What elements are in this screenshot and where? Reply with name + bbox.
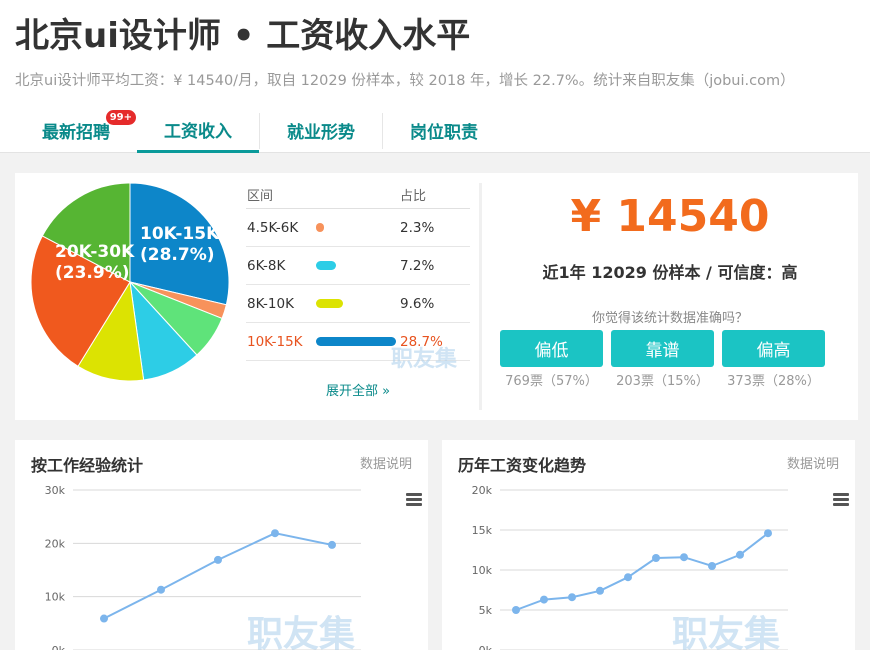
percentage-value: 9.6% — [400, 295, 435, 312]
pie-label-pct: (28.7%) — [140, 245, 215, 265]
percentage-bar — [316, 337, 396, 346]
data-point[interactable] — [596, 586, 604, 595]
tab-employment[interactable]: 就业形势 — [260, 108, 382, 153]
data-point[interactable] — [540, 595, 548, 604]
data-point[interactable] — [652, 554, 660, 562]
tab-duties[interactable]: 岗位职责 — [383, 108, 505, 153]
experience-line-chart: 30k 20k 10k 0k — [45, 484, 361, 650]
range-label: 6K-8K — [247, 257, 286, 274]
column-header-range: 区间 — [247, 189, 274, 204]
y-tick-label: 10k — [45, 591, 66, 604]
data-point[interactable] — [680, 553, 688, 562]
yearly-trend-chart-card: 历年工资变化趋势 数据说明 20k15k10k5k0k 职友集 — [442, 440, 855, 650]
data-point[interactable] — [568, 593, 576, 602]
y-tick-label: 10k — [472, 564, 493, 577]
tab-salary[interactable]: 工资收入 — [137, 108, 259, 153]
vote-high-count: 373票（28%） — [727, 374, 820, 389]
distribution-row: 6K-8K 7.2% — [246, 247, 470, 285]
vote-low-count: 769票（57%） — [505, 374, 598, 389]
page-header: 北京ui设计师 • 工资收入水平 北京ui设计师平均工资：¥ 14540/月，取… — [0, 0, 870, 153]
data-point[interactable] — [100, 614, 108, 623]
column-header-pct: 占比 — [400, 189, 427, 204]
vertical-divider — [479, 183, 482, 410]
vote-low-button[interactable]: 偏低 — [500, 330, 603, 367]
data-point[interactable] — [157, 585, 165, 594]
vote-accurate-count: 203票（15%） — [616, 374, 709, 389]
salary-overview-card: 10K-15K (28.7%) 20K-30K (23.9%) 区间 占比 4.… — [15, 173, 858, 420]
tab-label: 就业形势 — [287, 123, 355, 143]
expand-all-link[interactable]: 展开全部 » — [246, 380, 470, 399]
y-tick-label: 30k — [45, 484, 66, 497]
y-tick-label: 0k — [479, 644, 493, 650]
tab-label: 最新招聘 — [42, 123, 110, 143]
percentage-bar — [316, 223, 324, 232]
data-point[interactable] — [764, 529, 772, 538]
page-title: 北京ui设计师 • 工资收入水平 — [15, 16, 471, 56]
pie-label-20k-30k: 20K-30K (23.9%) — [55, 242, 134, 284]
table-header: 区间 占比 — [246, 181, 470, 209]
data-point[interactable] — [271, 529, 279, 538]
job-count-badge: 99+ — [104, 109, 137, 126]
sample-info: 近1年 12029 份样本 / 可信度：高 — [542, 263, 798, 282]
data-point[interactable] — [736, 550, 744, 559]
pie-label-10k-15k: 10K-15K (28.7%) — [140, 224, 219, 266]
vote-high-button[interactable]: 偏高 — [722, 330, 825, 367]
percentage-bar — [316, 299, 343, 308]
data-point[interactable] — [624, 573, 632, 582]
percentage-value: 2.3% — [400, 219, 435, 236]
pie-label-range: 20K-30K — [55, 242, 135, 262]
range-label: 4.5K-6K — [247, 219, 299, 236]
range-label: 8K-10K — [247, 295, 294, 312]
accuracy-question: 你觉得该统计数据准确吗？ — [591, 311, 748, 326]
percentage-bar — [316, 261, 337, 270]
y-tick-label: 15k — [472, 524, 493, 537]
vote-accurate-button[interactable]: 靠谱 — [611, 330, 714, 367]
tab-bar: 最新招聘 99+ 工资收入 就业形势 岗位职责 — [15, 108, 505, 153]
distribution-row: 4.5K-6K 2.3% — [246, 209, 470, 247]
tab-label: 工资收入 — [164, 121, 232, 142]
data-point[interactable] — [328, 540, 336, 549]
y-tick-label: 20k — [472, 484, 493, 497]
series-line — [515, 532, 769, 611]
percentage-value: 28.7% — [400, 333, 443, 350]
yearly-trend-line-chart: 20k 15k 10k 5k 0k — [472, 484, 788, 650]
y-tick-label: 20k — [45, 537, 66, 550]
data-point[interactable] — [512, 606, 520, 614]
salary-pie-chart: 10K-15K (28.7%) 20K-30K (23.9%) — [30, 182, 230, 382]
y-tick-label: 0k — [52, 644, 66, 650]
pie-label-pct: (23.9%) — [55, 263, 130, 283]
salary-distribution-table: 区间 占比 4.5K-6K 2.3% 6K-8K 7.2% 8K-10K 9.6% 10K-… — [246, 181, 470, 361]
y-tick-label: 5k — [479, 604, 493, 617]
page-subtitle: 北京ui设计师平均工资：¥ 14540/月，取自 12029 份样本，较 201… — [15, 73, 795, 89]
range-label: 10K-15K — [247, 333, 303, 350]
distribution-row: 10K-15K 28.7% — [246, 323, 470, 361]
experience-chart-card: 按工作经验统计 数据说明 30k20k10k0k 职友集 — [15, 440, 428, 650]
pie-label-range: 10K-15K — [140, 224, 220, 244]
data-point[interactable] — [708, 562, 716, 570]
distribution-row: 8K-10K 9.6% — [246, 285, 470, 323]
average-salary: ¥ 14540 — [570, 191, 770, 242]
tab-latest-jobs[interactable]: 最新招聘 99+ — [15, 108, 137, 153]
data-point[interactable] — [214, 555, 222, 564]
percentage-value: 7.2% — [400, 257, 435, 274]
tab-label: 岗位职责 — [410, 123, 478, 143]
series-line — [103, 532, 333, 620]
